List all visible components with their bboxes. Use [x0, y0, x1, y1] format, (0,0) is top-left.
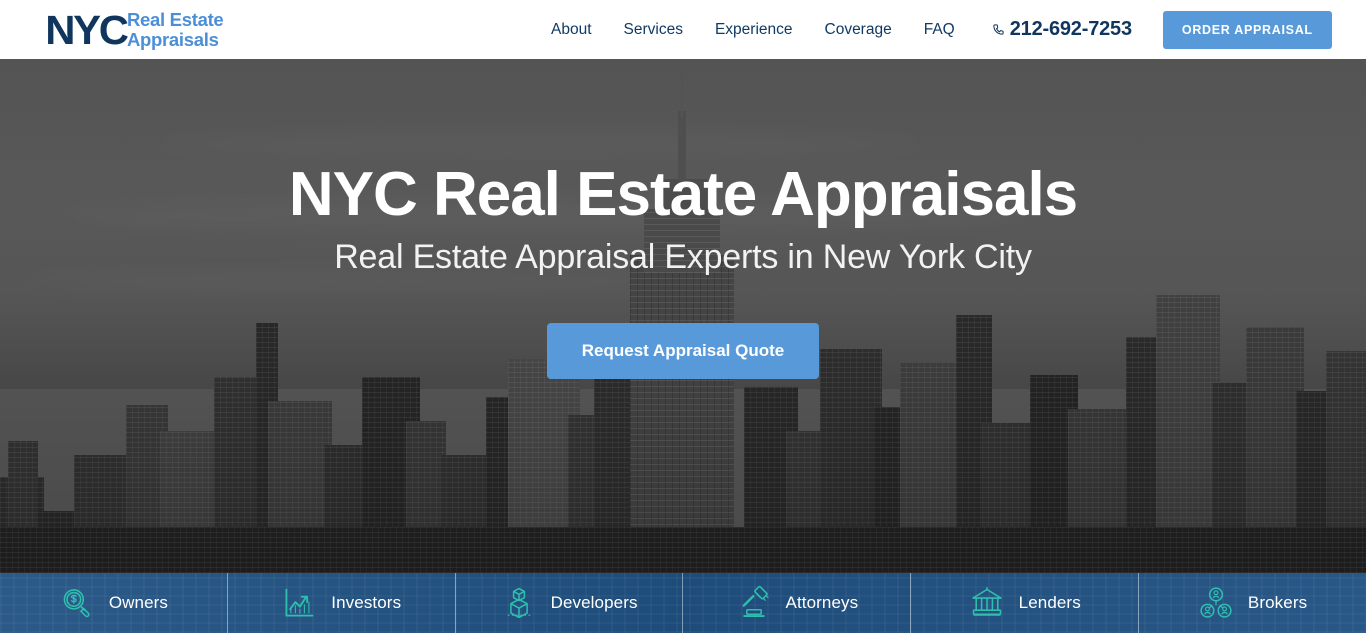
phone-link[interactable]: 212-692-7253	[992, 18, 1132, 41]
cube-box-icon	[507, 587, 530, 619]
logo-nyc-text: NYC	[45, 6, 129, 53]
logo-wordmark: Real Estate Appraisals	[126, 9, 224, 50]
request-appraisal-quote-button[interactable]: Request Appraisal Quote	[546, 322, 820, 379]
logo-line-2: Appraisals	[126, 28, 219, 50]
service-label-owners: Owners	[108, 593, 168, 612]
audience-service-bar: Owners Investors Developers Attorneys Le…	[0, 573, 1366, 633]
site-header: NYC Real Estate Appraisals About Service…	[0, 0, 1366, 59]
nav-item-coverage[interactable]: Coverage	[825, 21, 892, 39]
hero-content: NYC Real Estate Appraisals Real Estate A…	[0, 59, 1366, 573]
service-item-attorneys[interactable]: Attorneys	[682, 573, 910, 633]
service-label-developers: Developers	[550, 593, 638, 612]
hero-subtitle: Real Estate Appraisal Experts in New Yor…	[334, 237, 1032, 276]
hero-section: NYC Real Estate Appraisals Real Estate A…	[0, 59, 1366, 573]
nav-item-services[interactable]: Services	[624, 21, 683, 39]
gavel-icon	[742, 585, 769, 617]
nav-item-experience[interactable]: Experience	[715, 21, 793, 39]
people-network-icon	[1200, 587, 1232, 618]
magnifier-dollar-icon	[63, 589, 90, 618]
service-label-investors: Investors	[331, 593, 402, 612]
logo[interactable]: NYC Real Estate Appraisals	[45, 6, 224, 53]
main-navigation: About Services Experience Coverage FAQ 2…	[551, 0, 1332, 59]
service-item-owners[interactable]: Owners	[0, 573, 227, 633]
bank-icon	[971, 587, 1002, 616]
service-item-investors[interactable]: Investors	[226, 573, 455, 633]
phone-icon	[993, 24, 1004, 35]
logo-line-1: Real Estate	[126, 9, 224, 30]
nav-item-faq[interactable]: FAQ	[924, 21, 955, 39]
nav-item-about[interactable]: About	[551, 21, 592, 39]
service-item-developers[interactable]: Developers	[454, 573, 683, 633]
service-item-brokers[interactable]: Brokers	[1138, 573, 1366, 633]
service-label-lenders: Lenders	[1018, 593, 1081, 612]
phone-number: 212-692-7253	[1009, 18, 1132, 40]
hero-title: NYC Real Estate Appraisals	[288, 160, 1078, 229]
order-appraisal-button[interactable]: ORDER APPRAISAL	[1162, 10, 1332, 49]
service-label-brokers: Brokers	[1247, 593, 1308, 612]
service-label-attorneys: Attorneys	[785, 593, 859, 612]
growth-chart-icon	[285, 588, 314, 617]
service-item-lenders[interactable]: Lenders	[910, 573, 1138, 633]
